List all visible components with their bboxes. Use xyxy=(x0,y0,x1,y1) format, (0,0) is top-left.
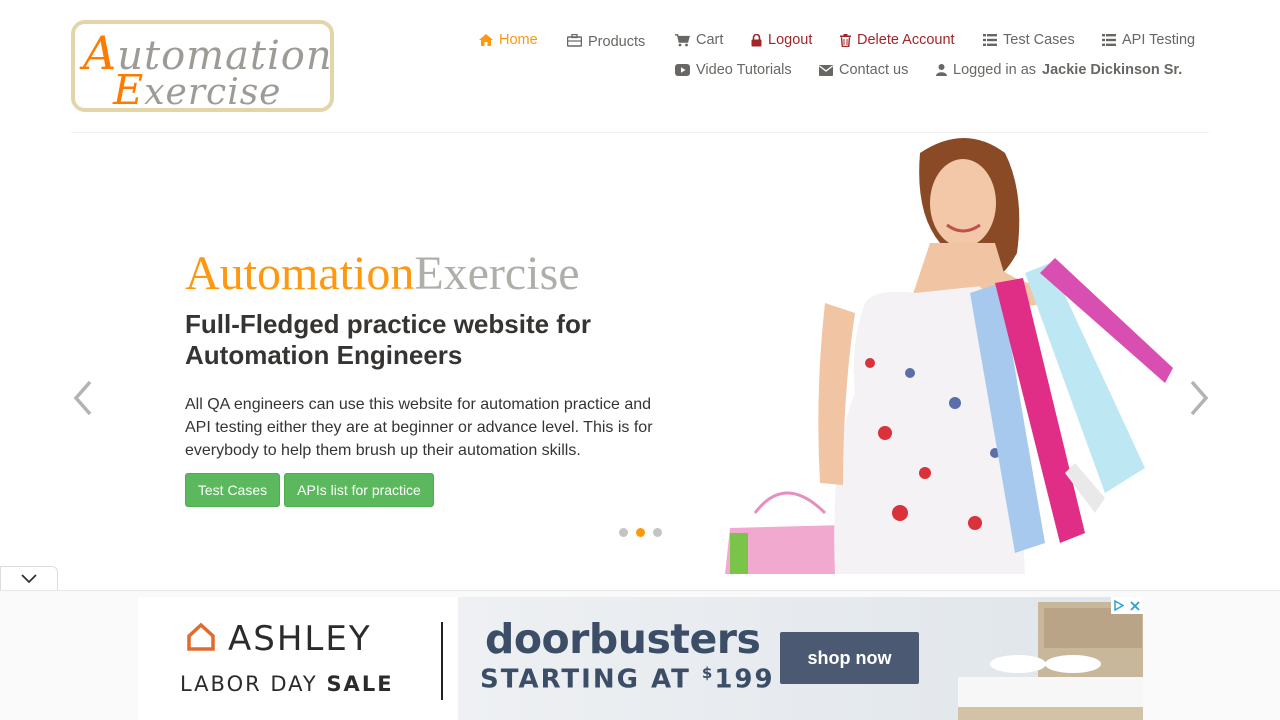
ad-banner[interactable]: ASHLEY LABOR DAY SALE doorbusters STARTI… xyxy=(138,597,1143,720)
nav-logout[interactable]: Logout xyxy=(751,32,812,48)
carousel-indicators xyxy=(619,528,662,537)
ad-collapse-toggle[interactable] xyxy=(0,566,58,591)
nav-home-label: Home xyxy=(499,32,538,48)
nav-cart[interactable]: Cart xyxy=(675,32,723,48)
ad-bed-image xyxy=(958,602,1143,720)
trash-icon xyxy=(840,33,851,47)
hero-image xyxy=(725,138,1173,574)
logo-line2-rest: xercise xyxy=(144,72,282,112)
carousel-next-arrow-icon[interactable] xyxy=(1186,378,1212,418)
hero-description: All QA engineers can use this website fo… xyxy=(185,396,653,459)
ad-headline: doorbusters xyxy=(485,615,761,663)
test-cases-button[interactable]: Test Cases xyxy=(185,473,280,507)
logo-line2: Exercise xyxy=(113,66,282,112)
carousel-dot-2[interactable] xyxy=(636,528,645,537)
ad-brand: ASHLEY xyxy=(228,619,372,659)
nav-contact-us-label: Contact us xyxy=(839,62,909,78)
youtube-play-icon xyxy=(675,64,690,76)
adchoices-play-icon xyxy=(1114,600,1124,611)
ad-event-prefix: LABOR DAY xyxy=(180,672,318,696)
logged-in-username: Jackie Dickinson Sr. xyxy=(1042,62,1183,78)
ad-price-symbol: $ xyxy=(701,664,715,682)
ad-event-bold: SALE xyxy=(326,672,394,696)
lock-icon xyxy=(751,33,762,46)
carousel-dot-1[interactable] xyxy=(619,528,628,537)
nav-video-tutorials[interactable]: Video Tutorials xyxy=(675,62,792,78)
list-icon xyxy=(1102,34,1116,46)
site-logo[interactable]: Automation Exercise xyxy=(71,20,334,112)
ad-right-panel: doorbusters STARTING AT $199 shop now xyxy=(458,597,1143,720)
ad-left-panel: ASHLEY LABOR DAY SALE xyxy=(138,597,458,720)
nav-logout-label: Logout xyxy=(768,32,813,48)
ad-starting: STARTING AT $199 xyxy=(480,664,775,695)
apis-list-button[interactable]: APIs list for practice xyxy=(284,473,434,507)
hero-brand: AutomationExercise xyxy=(185,246,580,301)
envelope-icon xyxy=(819,64,833,76)
ad-shop-now-button[interactable]: shop now xyxy=(780,632,919,684)
hero-headline: Full-Fledged practice website for Automa… xyxy=(185,309,591,370)
briefcase-icon xyxy=(567,33,582,47)
hero-brand-part1: Automation xyxy=(185,247,415,300)
carousel-prev-arrow-icon[interactable] xyxy=(70,378,96,418)
chevron-down-icon xyxy=(21,574,37,584)
ad-choices[interactable] xyxy=(1111,597,1143,614)
nav-products[interactable]: Products xyxy=(567,32,646,50)
logged-in-prefix: Logged in as xyxy=(953,62,1037,78)
ashley-house-icon xyxy=(187,622,215,651)
cart-icon xyxy=(675,33,690,46)
ad-event: LABOR DAY SALE xyxy=(180,672,394,696)
ad-starting-text: STARTING AT xyxy=(480,664,691,695)
nav-home[interactable]: Home xyxy=(479,32,538,48)
nav-api-testing[interactable]: API Testing xyxy=(1102,32,1195,48)
nav-video-tutorials-label: Video Tutorials xyxy=(696,62,792,78)
list-icon xyxy=(983,34,997,46)
logged-in-status: Logged in as Jackie Dickinson Sr. xyxy=(936,62,1182,78)
nav-test-cases[interactable]: Test Cases xyxy=(983,32,1075,48)
nav-products-label: Products xyxy=(588,34,646,50)
nav-delete-account-label: Delete Account xyxy=(857,32,955,48)
ad-price: 199 xyxy=(714,664,775,695)
hero-brand-part2: Exercise xyxy=(414,247,580,300)
nav-api-testing-label: API Testing xyxy=(1122,32,1196,48)
nav-test-cases-label: Test Cases xyxy=(1003,32,1075,48)
nav-delete-account[interactable]: Delete Account xyxy=(840,32,955,48)
carousel-dot-3[interactable] xyxy=(653,528,662,537)
site-header: Automation Exercise Home Products Cart L… xyxy=(0,0,1280,133)
close-icon xyxy=(1130,600,1140,611)
ad-divider xyxy=(441,622,443,700)
nav-cart-label: Cart xyxy=(696,32,724,48)
nav-contact-us[interactable]: Contact us xyxy=(819,62,908,78)
home-icon xyxy=(479,34,493,46)
user-icon xyxy=(936,64,947,76)
